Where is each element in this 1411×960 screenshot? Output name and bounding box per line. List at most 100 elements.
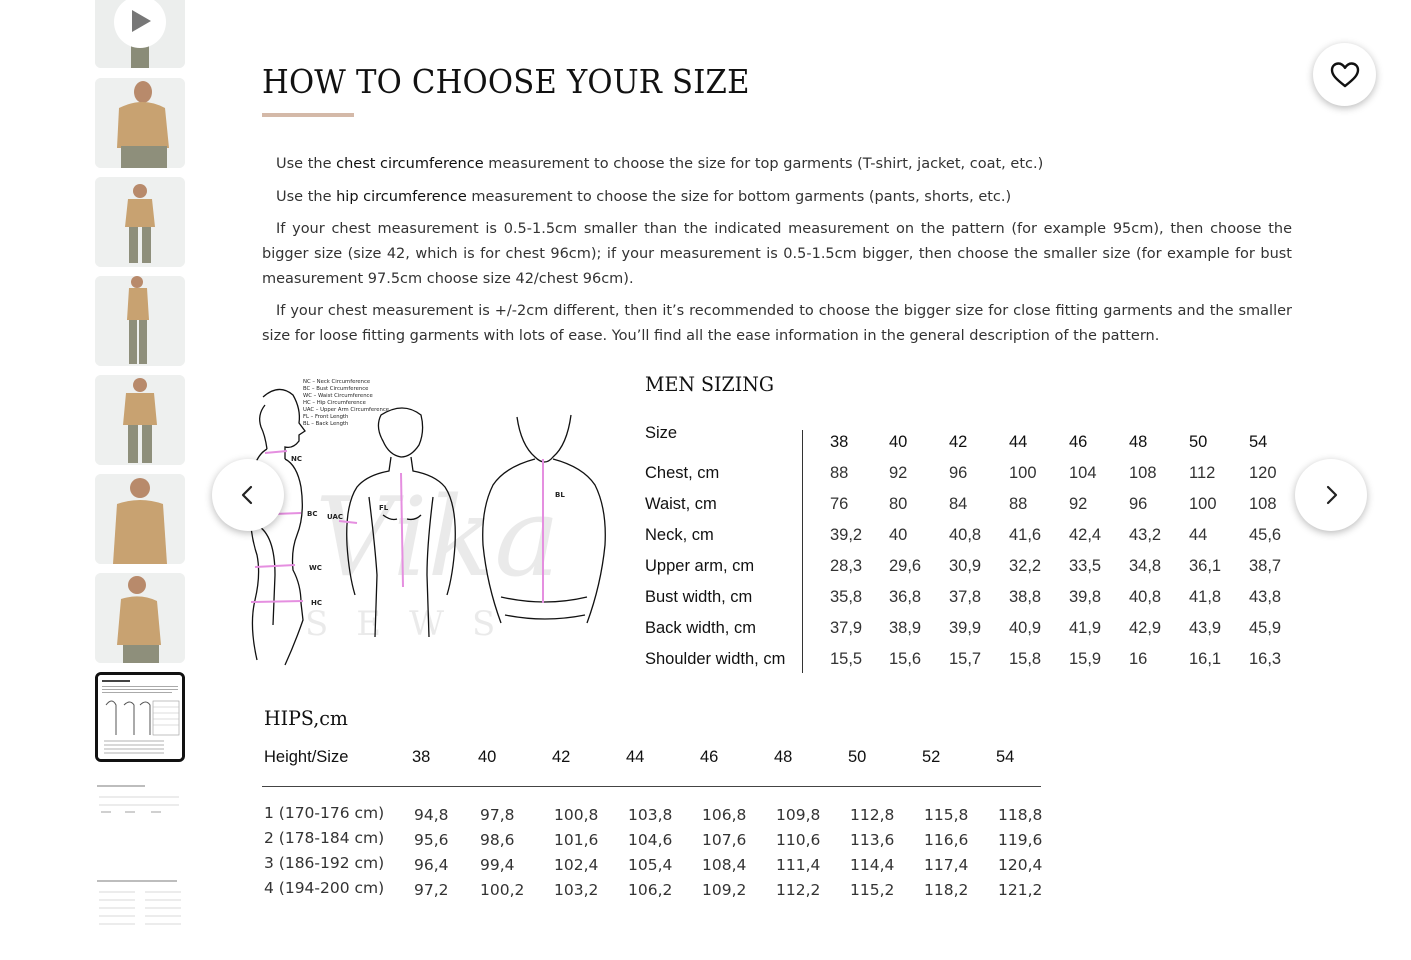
row-label: Back width, cm xyxy=(645,619,756,637)
table-cell: 120 xyxy=(1249,464,1277,482)
table-cell: 96 xyxy=(1129,495,1148,513)
thumbnail-3[interactable] xyxy=(95,276,185,366)
label-bl: BL xyxy=(555,491,565,499)
title-underline xyxy=(262,113,354,117)
thumbnail-fabric-requirements[interactable] xyxy=(95,870,185,960)
table-cell: 96 xyxy=(949,464,968,482)
table-cell: 41,9 xyxy=(1069,619,1102,637)
legend-item: NC – Neck Circumference xyxy=(303,379,370,385)
table-cell: 35,8 xyxy=(830,588,863,606)
thumbnail-1[interactable] xyxy=(95,78,185,168)
men-table-header: Size 38 40 42 44 46 48 50 54 xyxy=(645,424,1305,451)
hips-title: HIPS,cm xyxy=(264,706,348,730)
hips-size-header-cell: 54 xyxy=(996,748,1015,766)
table-cell: 109,2 xyxy=(702,881,747,899)
row-label: 4 (194-200 cm) xyxy=(264,879,385,897)
table-cell: 44 xyxy=(1189,526,1208,544)
table-cell: 40,8 xyxy=(1129,588,1162,606)
men-table-row: Neck, cm 39,2 40 40,8 41,6 42,4 43,2 44 45,6 xyxy=(645,526,1305,550)
legend-item: BC – Bust Circumference xyxy=(303,386,368,392)
table-cell: 88 xyxy=(1009,495,1028,513)
table-cell: 29,6 xyxy=(889,557,922,575)
table-cell: 98,6 xyxy=(480,831,515,849)
table-cell: 38,9 xyxy=(889,619,922,637)
men-table-row: Shoulder width, cm 15,5 15,6 15,7 15,8 15,9 16… xyxy=(645,650,1305,674)
hips-header-rule xyxy=(262,786,1041,787)
table-cell: 84 xyxy=(949,495,968,513)
thumbnail-video[interactable] xyxy=(95,0,185,68)
hips-size-header-cell: 48 xyxy=(774,748,793,766)
table-cell: 101,6 xyxy=(554,831,599,849)
men-table-row: Back width, cm 37,9 38,9 39,9 40,9 41,9 42,9 43… xyxy=(645,619,1305,643)
hips-table-row: 2 (178-184 cm) 95,6 98,6 101,6 104,6 107,6 110… xyxy=(264,829,1064,855)
paragraph-smaller-measurement: If your chest measurement is 0.5-1.5cm s… xyxy=(262,221,1292,287)
men-table-row: Chest, cm 88 92 96 100 104 108 112 120 xyxy=(645,464,1305,488)
size-header-cell: 38 xyxy=(830,433,849,451)
main-image-size-guide: HOW TO CHOOSE YOUR SIZE Use the chest ci… xyxy=(210,0,1300,955)
label-wc: WC xyxy=(309,564,322,572)
row-label: Waist, cm xyxy=(645,495,717,513)
table-cell: 15,7 xyxy=(949,650,982,668)
size-header-cell: 50 xyxy=(1189,433,1208,451)
table-cell: 30,9 xyxy=(949,557,982,575)
thumbnail-4[interactable] xyxy=(95,375,185,465)
table-cell: 118,8 xyxy=(998,806,1043,824)
table-cell: 110,6 xyxy=(776,831,821,849)
hips-table-header: Height/Size 38 40 42 44 46 48 50 52 54 xyxy=(264,748,1064,772)
size-header-cell: 46 xyxy=(1069,433,1088,451)
table-cell: 118,2 xyxy=(924,881,969,899)
row-label: Shoulder width, cm xyxy=(645,650,786,668)
size-header-cell: 48 xyxy=(1129,433,1148,451)
size-header-cell: 54 xyxy=(1249,433,1268,451)
thumbnail-ease-allowance[interactable] xyxy=(95,771,185,861)
table-cell: 112 xyxy=(1189,464,1216,482)
thumbnail-size-chart-active[interactable] xyxy=(95,672,185,762)
thumbnail-2[interactable] xyxy=(95,177,185,267)
table-cell: 42,9 xyxy=(1129,619,1162,637)
table-cell: 111,4 xyxy=(776,856,821,874)
previous-image-button[interactable] xyxy=(212,459,284,531)
table-cell: 97,2 xyxy=(414,881,449,899)
table-cell: 109,8 xyxy=(776,806,821,824)
table-cell: 92 xyxy=(889,464,908,482)
men-table-row: Upper arm, cm 28,3 29,6 30,9 32,2 33,5 34,8 36,… xyxy=(645,557,1305,581)
table-cell: 92 xyxy=(1069,495,1088,513)
thumbnail-5[interactable] xyxy=(95,474,185,564)
table-cell: 108 xyxy=(1249,495,1277,513)
table-cell: 36,1 xyxy=(1189,557,1222,575)
table-cell: 36,8 xyxy=(889,588,922,606)
table-cell: 117,4 xyxy=(924,856,969,874)
row-label: Upper arm, cm xyxy=(645,557,755,575)
size-header-cell: 40 xyxy=(889,433,908,451)
hips-size-header-cell: 40 xyxy=(478,748,497,766)
table-cell: 15,5 xyxy=(830,650,863,668)
table-cell: 108,4 xyxy=(702,856,747,874)
table-cell: 16,1 xyxy=(1189,650,1222,668)
table-cell: 116,6 xyxy=(924,831,969,849)
table-cell: 15,8 xyxy=(1009,650,1042,668)
table-cell: 103,2 xyxy=(554,881,599,899)
table-cell: 97,8 xyxy=(480,806,515,824)
hips-table-row: 4 (194-200 cm) 97,2 100,2 103,2 106,2 109,2 11… xyxy=(264,879,1064,905)
table-cell: 34,8 xyxy=(1129,557,1162,575)
next-image-button[interactable] xyxy=(1295,459,1367,531)
svg-text:SEWS: SEWS xyxy=(305,604,523,644)
table-cell: 39,9 xyxy=(949,619,982,637)
table-cell: 104 xyxy=(1069,464,1097,482)
table-cell: 113,6 xyxy=(850,831,895,849)
table-cell: 115,8 xyxy=(924,806,969,824)
favorite-button[interactable] xyxy=(1313,43,1376,106)
table-cell: 37,8 xyxy=(949,588,982,606)
table-cell: 28,3 xyxy=(830,557,863,575)
hips-size-header-cell: 44 xyxy=(626,748,645,766)
label-uac: UAC xyxy=(327,513,343,521)
thumbnail-6[interactable] xyxy=(95,573,185,663)
table-cell: 15,6 xyxy=(889,650,922,668)
chevron-right-icon xyxy=(1326,485,1338,505)
paragraph-chest-instruction: Use the chest circumference measurement … xyxy=(276,156,1044,172)
table-cell: 37,9 xyxy=(830,619,863,637)
hips-size-header-cell: 38 xyxy=(412,748,431,766)
figure-legend: NC – Neck Circumference BC – Bust Circum… xyxy=(303,379,389,427)
table-cell: 103,8 xyxy=(628,806,673,824)
men-table-row: Bust width, cm 35,8 36,8 37,8 38,8 39,8 40,8 41… xyxy=(645,588,1305,612)
